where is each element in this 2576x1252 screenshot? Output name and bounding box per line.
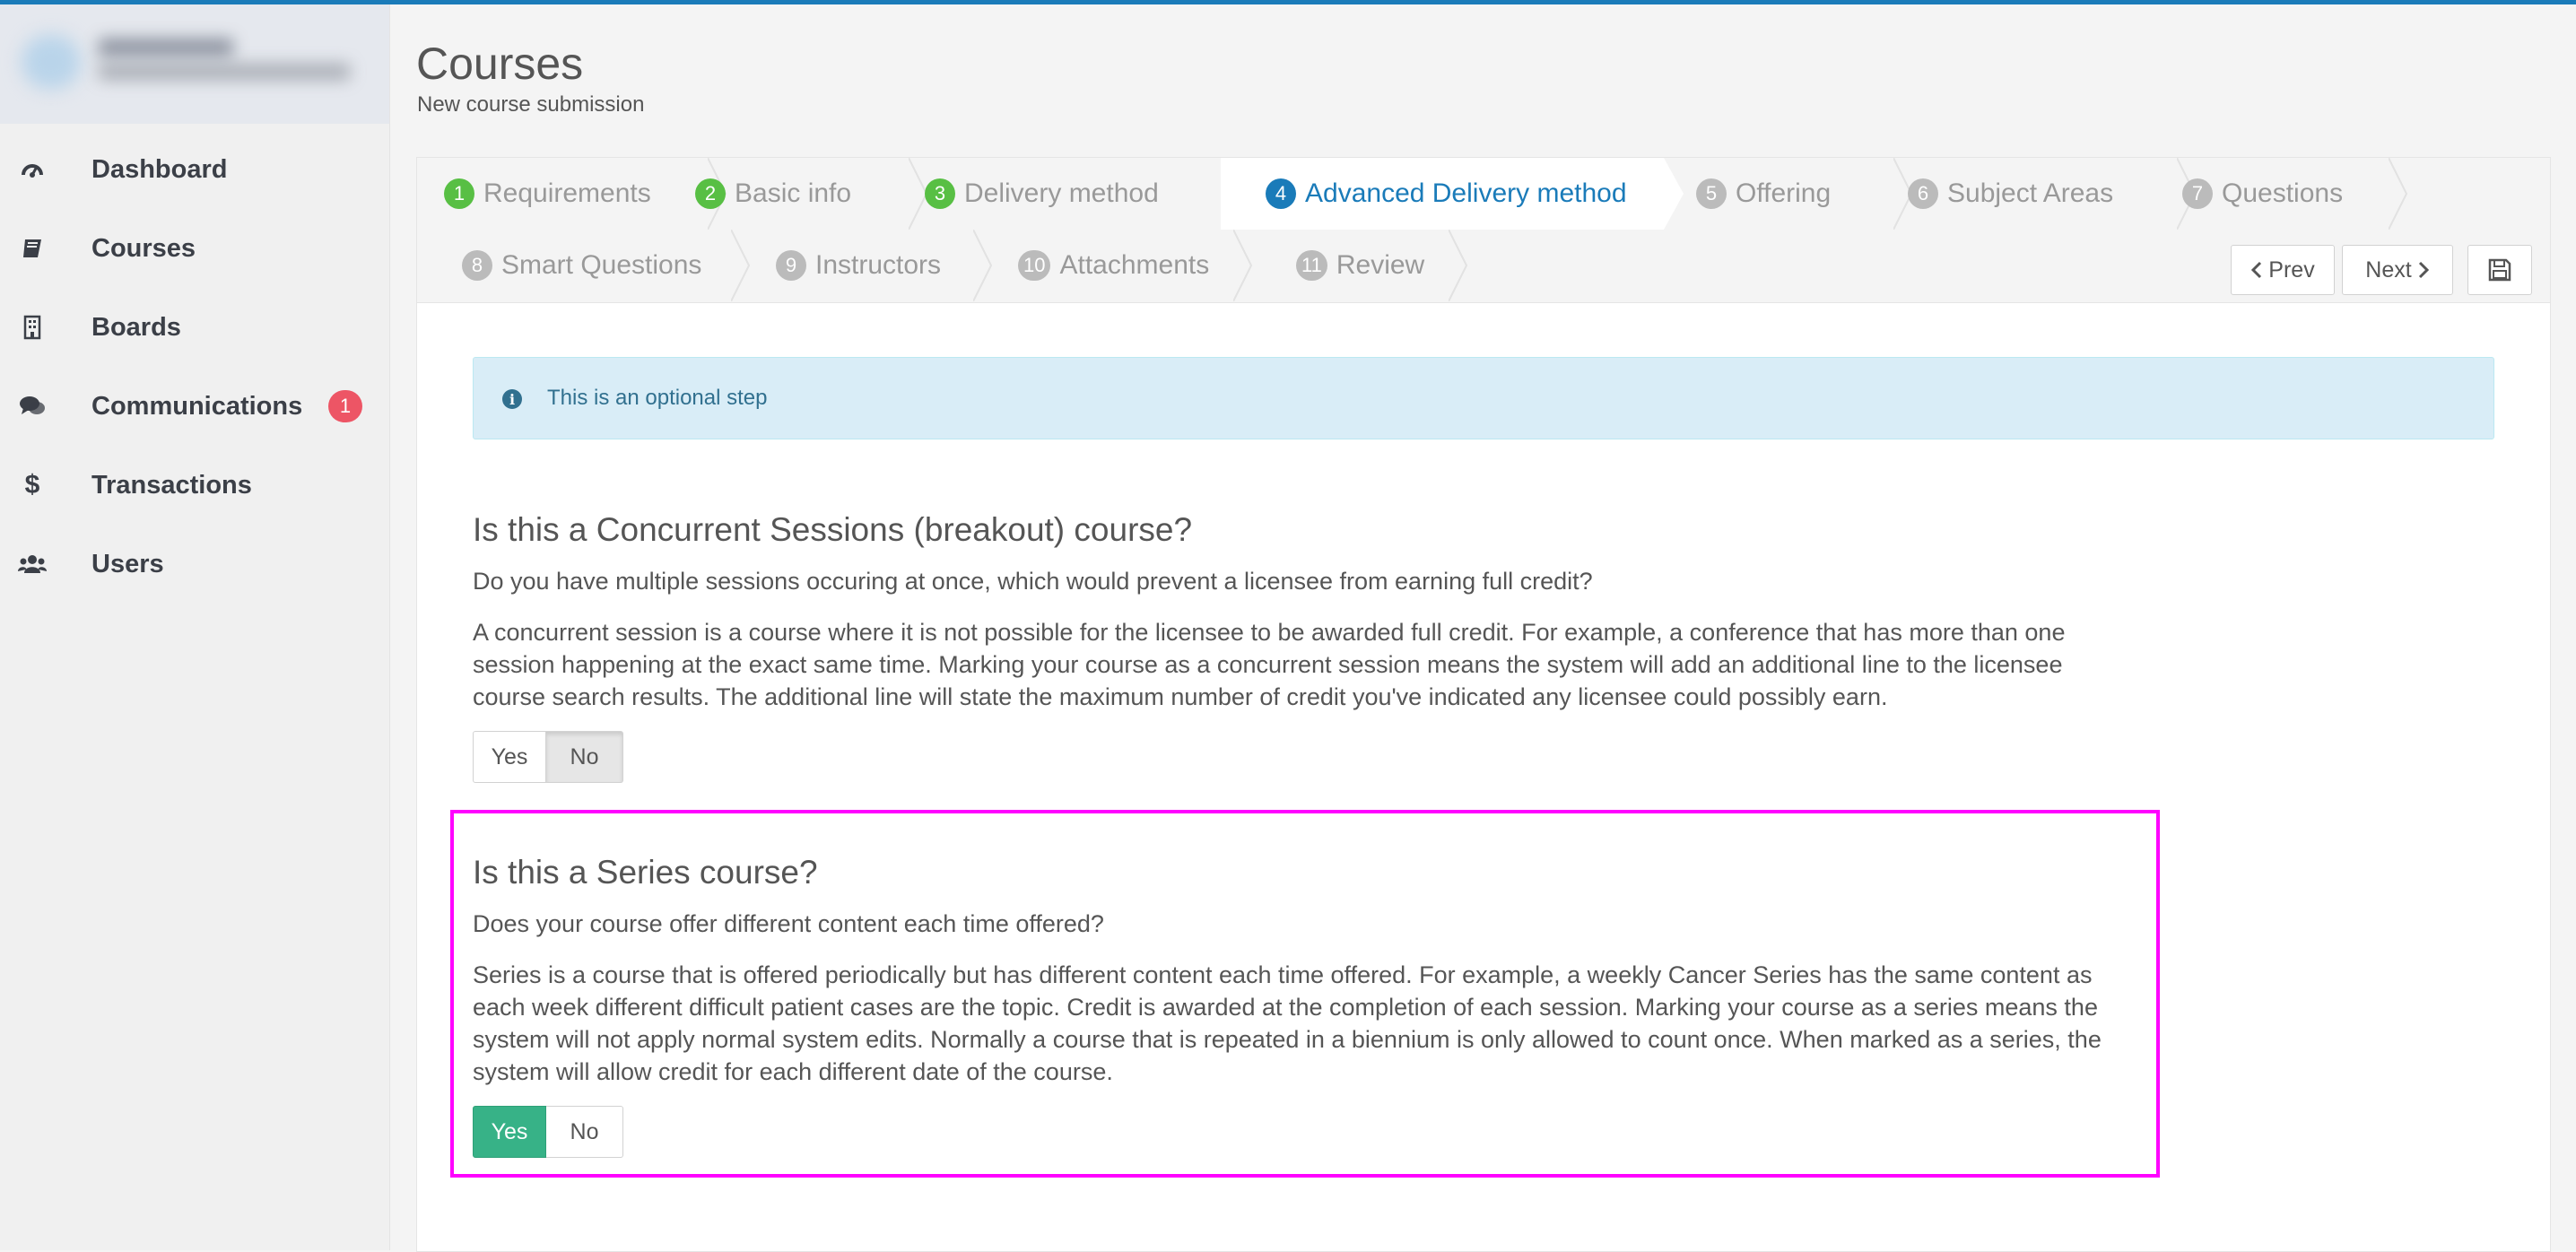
step-instructors[interactable]: 9 Instructors <box>776 230 993 301</box>
chevron-right-icon <box>2418 261 2429 279</box>
step-number: 11 <box>1296 250 1327 281</box>
step-chevron-icon <box>2389 158 2408 230</box>
step-label: Attachments <box>1059 250 1210 280</box>
sidebar-item-boards[interactable]: Boards <box>0 288 389 367</box>
step-smart-questions[interactable]: 8 Smart Questions <box>462 230 751 301</box>
step-chevron-icon <box>1449 230 1468 301</box>
next-label: Next <box>2365 256 2412 283</box>
highlight-box <box>450 810 2160 1178</box>
step-label: Subject Areas <box>1947 178 2114 208</box>
prev-button[interactable]: Prev <box>2231 245 2335 295</box>
page-subtitle: New course submission <box>417 92 645 117</box>
alert-text: This is an optional step <box>547 386 768 410</box>
wizard-steps: 1 Requirements 2 Basic info 3 Delivery m… <box>417 158 2550 303</box>
step-label: Review <box>1336 250 1425 280</box>
concurrent-question-description: A concurrent session is a course where i… <box>473 616 2065 713</box>
step-number: 4 <box>1266 178 1296 209</box>
description-line: course search results. The additional li… <box>473 683 1888 710</box>
step-label: Advanced Delivery method <box>1305 178 1627 208</box>
sidebar-item-courses[interactable]: Courses <box>0 209 389 288</box>
concurrent-no-button[interactable]: No <box>546 731 623 783</box>
concurrent-yes-button[interactable]: Yes <box>473 731 546 783</box>
description-line: session happening at the exact same time… <box>473 651 2063 678</box>
step-number: 9 <box>776 250 806 281</box>
step-chevron-icon <box>973 230 993 301</box>
next-button[interactable]: Next <box>2342 245 2453 295</box>
sidebar-item-label: Transactions <box>91 470 252 500</box>
step-number: 7 <box>2182 178 2213 209</box>
sidebar-item-dashboard[interactable]: Dashboard <box>0 130 389 209</box>
sidebar-item-users[interactable]: Users <box>0 525 389 604</box>
step-review[interactable]: 11 Review <box>1296 230 1468 301</box>
book-icon <box>18 234 47 263</box>
step-label: Smart Questions <box>501 250 702 280</box>
step-chevron-icon <box>731 230 751 301</box>
step-number: 10 <box>1018 250 1051 281</box>
sidebar-nav: Dashboard Courses Boards Communications … <box>0 130 389 604</box>
step-attachments[interactable]: 10 Attachments <box>1018 230 1253 301</box>
sidebar-item-label: Courses <box>91 233 196 263</box>
step-number: 3 <box>925 178 955 209</box>
sidebar-item-communications[interactable]: Communications 1 <box>0 367 389 446</box>
sidebar-item-transactions[interactable]: $ Transactions <box>0 446 389 525</box>
step-requirements[interactable]: 1 Requirements <box>417 158 727 230</box>
brand-sub-blurred <box>99 64 350 80</box>
step-basic-info[interactable]: 2 Basic info <box>695 158 928 230</box>
step-number: 1 <box>444 178 474 209</box>
sidebar-item-label: Users <box>91 549 164 578</box>
step-delivery-method[interactable]: 3 Delivery method <box>925 158 1212 230</box>
step-questions[interactable]: 7 Questions <box>2182 158 2408 230</box>
optional-step-alert: i This is an optional step <box>473 357 2494 439</box>
sidebar: Dashboard Courses Boards Communications … <box>0 4 390 1250</box>
description-line: A concurrent session is a course where i… <box>473 619 2066 646</box>
step-label: Delivery method <box>964 178 1159 208</box>
logo-icon <box>22 35 81 89</box>
step-label: Instructors <box>815 250 942 280</box>
concurrent-question-title: Is this a Concurrent Sessions (breakout)… <box>473 511 1193 548</box>
step-label: Requirements <box>483 178 651 208</box>
sidebar-item-label: Communications <box>91 391 303 421</box>
concurrent-toggle: Yes No <box>473 731 623 783</box>
step-number: 6 <box>1908 178 1938 209</box>
dollar-icon: $ <box>24 470 40 500</box>
sidebar-item-label: Dashboard <box>91 154 228 184</box>
save-button[interactable] <box>2467 245 2532 295</box>
step-advanced-delivery-method[interactable]: 4 Advanced Delivery method <box>1221 158 1684 230</box>
building-icon <box>18 313 47 342</box>
step-chevron-icon <box>1664 158 1684 230</box>
step-number: 2 <box>695 178 726 209</box>
step-label: Questions <box>2222 178 2344 208</box>
prev-label: Prev <box>2268 256 2315 283</box>
brand-logo-area[interactable] <box>0 4 389 124</box>
step-number: 5 <box>1696 178 1727 209</box>
concurrent-question-subtitle: Do you have multiple sessions occuring a… <box>473 568 1593 595</box>
chevron-left-icon <box>2251 261 2262 279</box>
users-icon <box>18 550 47 578</box>
step-subject-areas[interactable]: 6 Subject Areas <box>1908 158 2197 230</box>
dashboard-icon <box>18 155 47 184</box>
floppy-disk-icon <box>2488 258 2511 282</box>
page-title: Courses <box>416 39 584 89</box>
brand-name-blurred <box>99 39 233 57</box>
step-label: Basic info <box>735 178 852 208</box>
step-offering[interactable]: 5 Offering <box>1696 158 1913 230</box>
step-chevron-icon <box>1233 230 1253 301</box>
step-label: Offering <box>1736 178 1832 208</box>
comments-icon <box>18 392 47 421</box>
notification-badge: 1 <box>328 390 362 422</box>
sidebar-item-label: Boards <box>91 312 181 342</box>
info-icon: i <box>502 389 522 409</box>
step-number: 8 <box>462 250 492 281</box>
